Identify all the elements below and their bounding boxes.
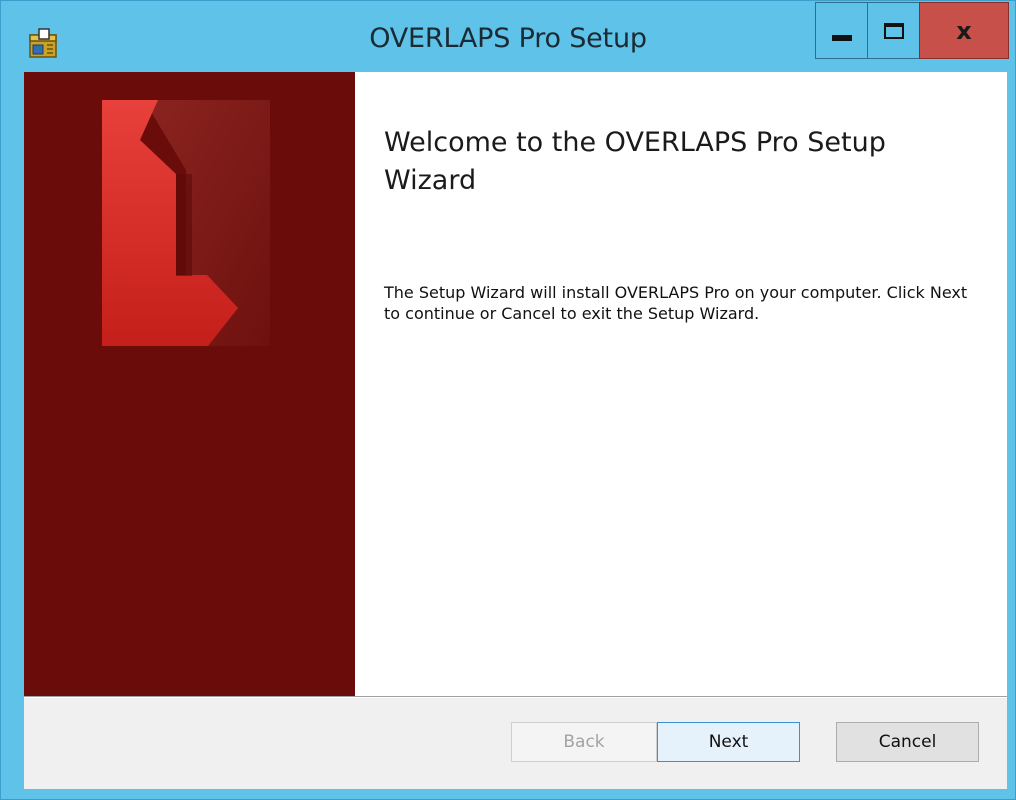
client-area: Welcome to the OVERLAPS Pro Setup Wizard… xyxy=(24,72,1007,789)
overlaps-logo xyxy=(102,100,270,346)
back-button[interactable]: Back xyxy=(511,722,657,762)
close-icon: x xyxy=(956,16,972,45)
maximize-icon xyxy=(883,22,904,39)
minimize-button[interactable] xyxy=(815,2,868,59)
wizard-banner xyxy=(24,72,355,696)
welcome-heading: Welcome to the OVERLAPS Pro Setup Wizard xyxy=(384,127,886,196)
setup-window: OVERLAPS Pro Setup x Welcome to the OVER… xyxy=(0,0,1016,800)
minimize-icon xyxy=(831,34,852,41)
wizard-content: Welcome to the OVERLAPS Pro Setup Wizard… xyxy=(355,72,1007,696)
welcome-description: The Setup Wizard will install OVERLAPS P… xyxy=(384,283,968,323)
title-bar[interactable]: OVERLAPS Pro Setup x xyxy=(1,1,1015,83)
cancel-button[interactable]: Cancel xyxy=(836,722,979,762)
close-button[interactable]: x xyxy=(919,2,1009,59)
wizard-footer: Back Next Cancel xyxy=(24,698,1007,789)
maximize-button[interactable] xyxy=(867,2,920,59)
next-button[interactable]: Next xyxy=(657,722,800,762)
